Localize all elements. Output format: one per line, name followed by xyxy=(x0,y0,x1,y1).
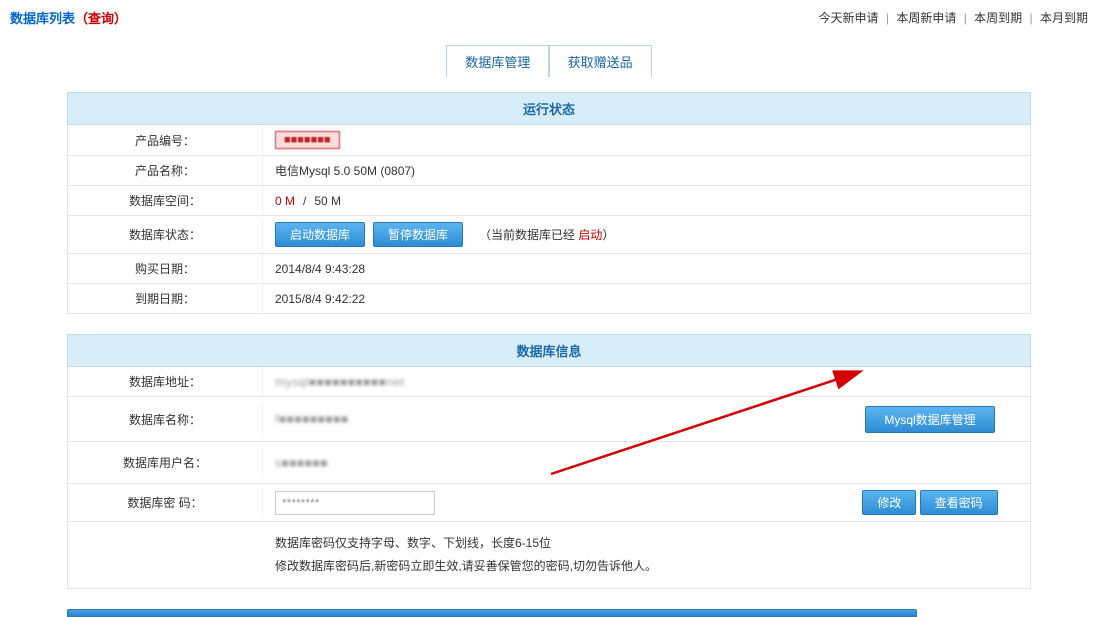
link-month-expire[interactable]: 本月到期 xyxy=(1040,11,1088,25)
value-db-user: s■■■■■■ xyxy=(275,456,328,470)
tab-db-manage[interactable]: 数据库管理 xyxy=(446,45,549,77)
modify-button[interactable]: 修改 xyxy=(862,490,916,515)
label-buy-date: 购买日期： xyxy=(68,254,263,283)
label-db-addr: 数据库地址： xyxy=(68,367,263,396)
tip-line-2: 修改数据库密码后,新密码立即生效,请妥善保管您的密码,切勿告诉他人。 xyxy=(275,555,1018,578)
label-db-space: 数据库空间： xyxy=(68,186,263,215)
mysql-manage-button[interactable]: Mysql数据库管理 xyxy=(865,406,994,433)
space-total: 50 M xyxy=(314,194,341,208)
link-week-new[interactable]: 本周新申请 xyxy=(896,11,956,25)
password-tips: 数据库密码仅支持字母、数字、下划线，长度6-15位 修改数据库密码后,新密码立即… xyxy=(67,522,1031,589)
link-today-new[interactable]: 今天新申请 xyxy=(819,11,879,25)
tip-line-1: 数据库密码仅支持字母、数字、下划线，长度6-15位 xyxy=(275,532,1018,555)
tab-bar: 数据库管理 获取赠送品 xyxy=(0,45,1098,77)
value-db-addr: mysql■■■■■■■■■■net xyxy=(275,375,405,389)
status-note-value: 启动 xyxy=(578,228,602,242)
top-links: 今天新申请 | 本周新申请 | 本周到期 | 本月到期 xyxy=(819,9,1089,26)
title-query: （查询） xyxy=(75,11,127,26)
value-buy-date: 2014/8/4 9:43:28 xyxy=(263,256,1030,282)
value-db-space: 0 M / 50 M xyxy=(263,188,1030,214)
status-note-suffix: ） xyxy=(602,228,614,242)
label-product-no: 产品编号： xyxy=(68,126,263,155)
pause-db-button[interactable]: 暂停数据库 xyxy=(373,222,463,247)
status-note: （当前数据库已经 启动） xyxy=(479,226,614,243)
page-title: 数据库列表（查询） xyxy=(10,8,127,27)
password-input[interactable] xyxy=(275,491,435,515)
label-db-status: 数据库状态： xyxy=(68,220,263,249)
link-week-expire[interactable]: 本周到期 xyxy=(974,11,1022,25)
value-product-name: 电信Mysql 5.0 50M (0807) xyxy=(263,156,1030,185)
separator: | xyxy=(1030,11,1033,25)
separator: | xyxy=(886,11,889,25)
view-password-button[interactable]: 查看密码 xyxy=(920,490,998,515)
panel-db-info: 数据库信息 数据库地址： mysql■■■■■■■■■■net 数据库名称： f… xyxy=(67,334,1031,589)
label-expire-date: 到期日期： xyxy=(68,284,263,313)
start-db-button[interactable]: 启动数据库 xyxy=(275,222,365,247)
label-db-user: 数据库用户名： xyxy=(68,448,263,477)
bottom-bar xyxy=(67,609,917,617)
status-note-prefix: （当前数据库已经 xyxy=(479,228,578,242)
value-db-name: f■■■■■■■■■ xyxy=(275,412,349,426)
title-prefix: 数据库列表 xyxy=(10,11,75,26)
tab-get-gift[interactable]: 获取赠送品 xyxy=(549,45,652,77)
label-product-name: 产品名称： xyxy=(68,156,263,185)
panel-header-status: 运行状态 xyxy=(67,92,1031,125)
label-db-pw: 数据库密 码： xyxy=(68,488,263,517)
panel-run-status: 运行状态 产品编号： ■■■■■■■ 产品名称： 电信Mysql 5.0 50M… xyxy=(67,92,1031,314)
space-sep: / xyxy=(303,194,306,208)
panel-header-dbinfo: 数据库信息 xyxy=(67,334,1031,367)
value-expire-date: 2015/8/4 9:42:22 xyxy=(263,286,1030,312)
separator: | xyxy=(964,11,967,25)
space-used: 0 M xyxy=(275,194,295,208)
label-db-name: 数据库名称： xyxy=(68,405,263,434)
value-product-no: ■■■■■■■ xyxy=(275,131,340,149)
